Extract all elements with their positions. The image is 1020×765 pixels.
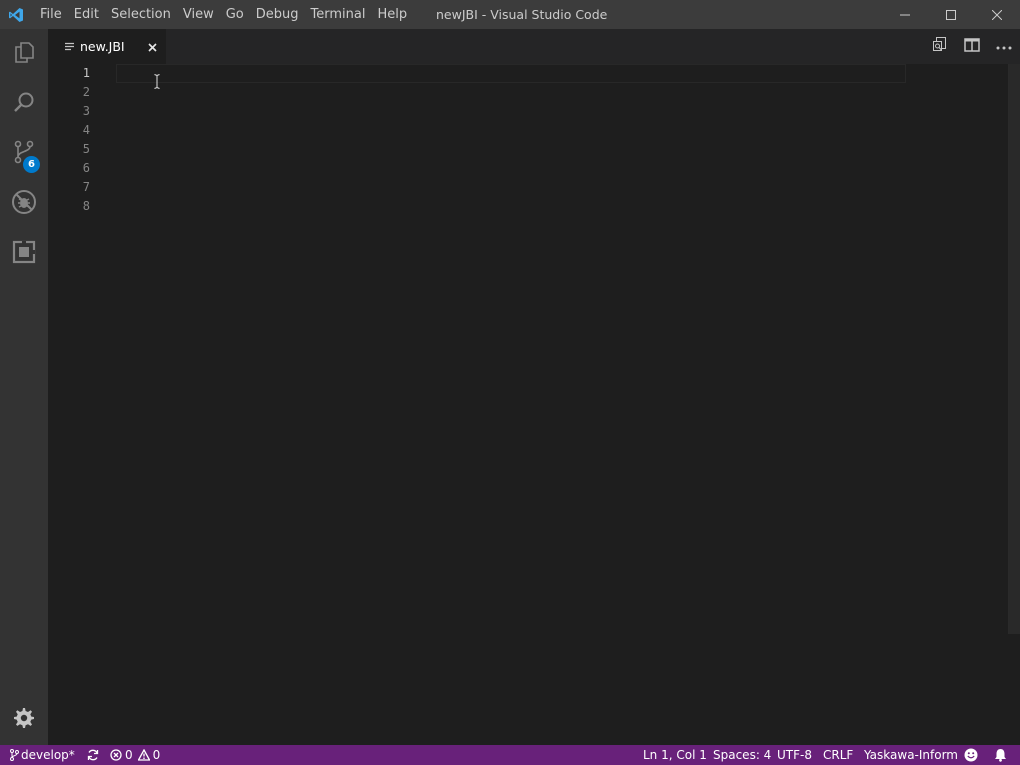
search-icon [12,90,36,118]
scrollbar-thumb[interactable] [1009,64,1020,634]
line-number: 8 [82,199,90,213]
line-number: 5 [82,142,90,156]
menu-debug[interactable]: Debug [250,0,305,29]
menu-go[interactable]: Go [220,0,250,29]
debug-button[interactable] [0,180,48,228]
warning-count: 0 [152,748,161,762]
search-button[interactable] [0,80,48,128]
open-changes-icon [932,36,948,57]
vscode-logo-icon [0,0,32,29]
split-editor-button[interactable] [956,29,988,64]
smiley-icon [964,748,978,762]
open-changes-button[interactable] [924,29,956,64]
gear-icon [12,706,36,734]
menu-file[interactable]: File [34,0,68,29]
line-number: 6 [82,161,90,175]
end-of-line[interactable]: CRLF [823,745,853,765]
activity-bar: 6 [0,29,48,745]
editor[interactable]: 1 2 3 4 5 6 7 8 [48,64,1020,745]
line-number: 1 [82,66,90,80]
encoding[interactable]: UTF-8 [777,745,812,765]
error-count: 0 [125,748,133,762]
title-bar: File Edit Selection View Go Debug Termin… [0,0,1020,29]
cursor-position[interactable]: Ln 1, Col 1 [643,745,707,765]
line-number: 4 [82,123,90,137]
source-control-badge: 6 [23,156,40,173]
menu-edit[interactable]: Edit [68,0,105,29]
split-editor-icon [964,37,980,56]
sync-icon [87,749,99,761]
tab-label: new.JBI [80,39,125,54]
error-icon [110,749,122,761]
text-cursor-icon [154,74,161,93]
explorer-button[interactable] [0,30,48,78]
branch-icon [10,749,19,761]
indentation[interactable]: Spaces: 4 [713,745,771,765]
lines-icon [65,42,75,52]
branch-indicator[interactable]: develop* [10,745,75,765]
tab-new-jbi[interactable]: new.JBI [48,29,166,64]
status-bar: develop* 0 0 Ln 1, Col 1 Spaces: 4 UTF-8… [0,745,1020,765]
line-number-gutter: 1 2 3 4 5 6 7 8 [48,64,108,745]
vertical-scrollbar[interactable] [1008,64,1020,634]
menu-view[interactable]: View [177,0,220,29]
sync-button[interactable] [87,745,99,765]
extensions-icon [12,240,36,268]
line-number: 2 [82,85,90,99]
language-mode[interactable]: Yaskawa-Inform [864,745,958,765]
menu-help[interactable]: Help [371,0,413,29]
minimize-icon[interactable] [882,0,928,29]
source-control-button[interactable]: 6 [0,130,48,178]
manage-button[interactable] [0,696,48,744]
maximize-icon[interactable] [928,0,974,29]
close-tab-icon[interactable] [144,39,160,55]
branch-name: develop* [21,748,75,762]
editor-actions [924,29,1020,64]
line-number: 3 [82,104,90,118]
menu-terminal[interactable]: Terminal [305,0,372,29]
menu-selection[interactable]: Selection [105,0,177,29]
files-icon [12,40,36,68]
close-icon[interactable] [974,0,1020,29]
bell-icon [994,748,1007,762]
extensions-button[interactable] [0,230,48,278]
line-number: 7 [82,180,90,194]
menu-bar: File Edit Selection View Go Debug Termin… [34,0,413,29]
warning-icon [137,749,150,761]
more-actions-button[interactable] [988,29,1020,64]
current-line-highlight [116,64,906,83]
notifications-button[interactable] [994,745,1007,765]
window-title: newJBI - Visual Studio Code [436,7,608,22]
window-controls [882,0,1020,29]
tab-bar: new.JBI [48,29,1020,64]
problems-indicator[interactable]: 0 0 [110,745,160,765]
more-actions-icon [996,39,1012,54]
feedback-button[interactable] [964,745,978,765]
debug-icon [11,189,37,219]
